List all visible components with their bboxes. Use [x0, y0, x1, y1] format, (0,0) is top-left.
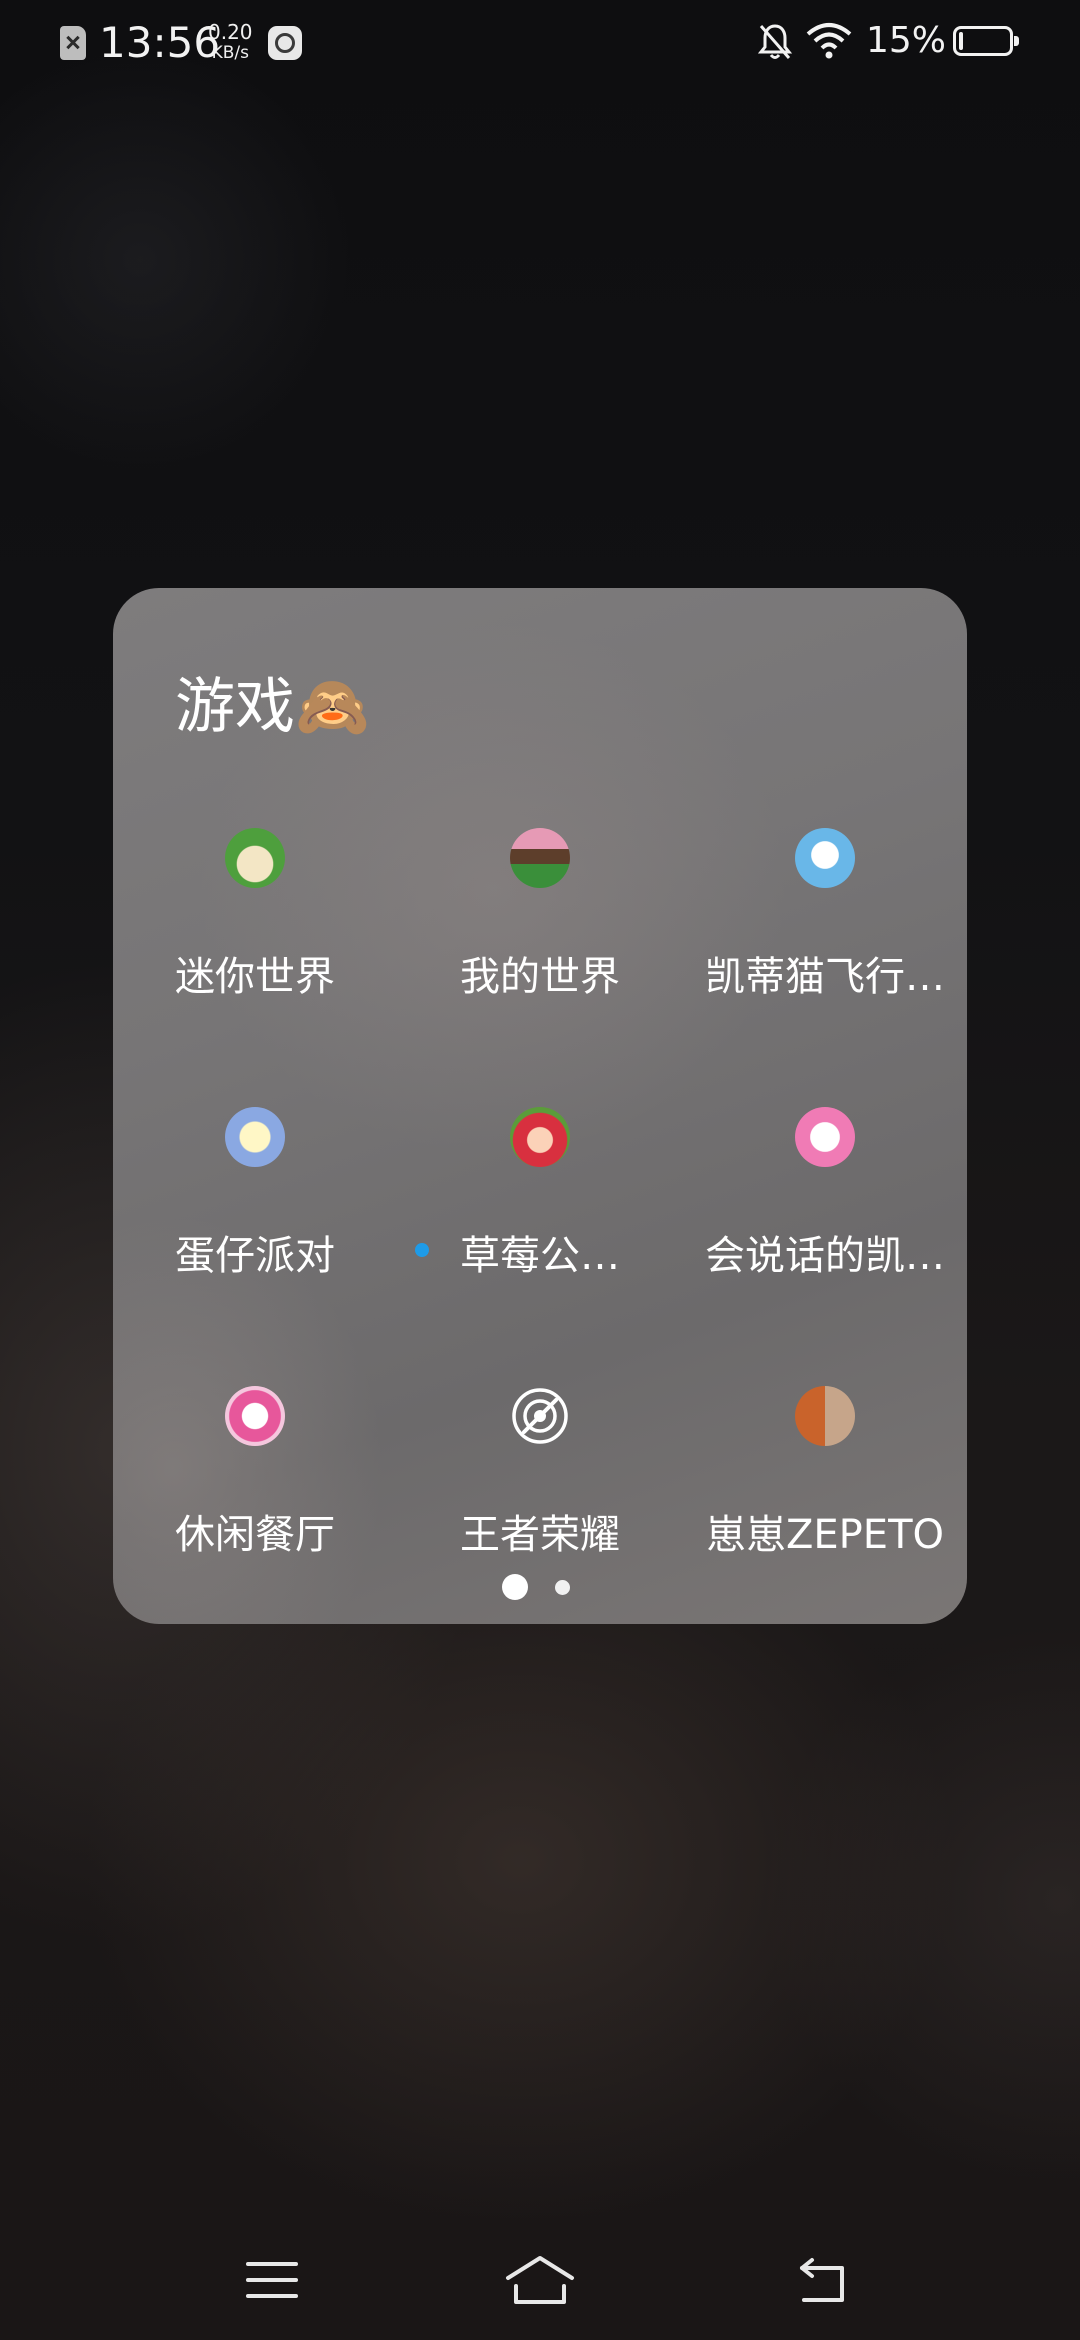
page-dot[interactable]: [555, 1580, 570, 1595]
navigation-bar: [0, 2240, 1080, 2320]
app-folder[interactable]: 游戏🙈 迷你世界 我的世界 凯蒂猫飞行… 蛋仔派对 草莓公… 会说话的凯… 休闲…: [113, 588, 967, 1624]
menu-icon[interactable]: [244, 2250, 300, 2310]
page-dot-active[interactable]: [502, 1574, 528, 1600]
mini-world-icon[interactable]: [225, 828, 285, 888]
app-label: 休闲餐厅: [175, 1512, 335, 1558]
app-hello-kitty-flight[interactable]: 凯蒂猫飞行…: [683, 828, 967, 1048]
hello-kitty-flight-icon[interactable]: [795, 828, 855, 888]
network-speed: 0.20 KB/s: [208, 22, 253, 64]
leisure-restaurant-icon[interactable]: [225, 1386, 285, 1446]
strawberry-princess-icon[interactable]: [510, 1107, 570, 1167]
network-speed-unit: KB/s: [211, 43, 249, 63]
minecraft-icon[interactable]: [510, 828, 570, 888]
app-label: 王者荣耀: [460, 1512, 620, 1558]
app-label: 凯蒂猫飞行…: [705, 954, 945, 1000]
app-mini-world[interactable]: 迷你世界: [113, 828, 397, 1048]
app-label: 崽崽ZEPETO: [706, 1512, 944, 1558]
talking-kitty-icon[interactable]: [795, 1107, 855, 1167]
app-label: 迷你世界: [175, 954, 335, 1000]
sim-error-icon: [60, 26, 86, 60]
zepeto-icon[interactable]: [795, 1386, 855, 1446]
wifi-icon: [806, 23, 852, 59]
app-strawberry-princess[interactable]: 草莓公…: [398, 1107, 682, 1327]
status-bar: 13:56 0.20 KB/s 15%: [0, 0, 1080, 84]
honor-of-kings-icon[interactable]: [510, 1386, 570, 1446]
app-talking-kitty[interactable]: 会说话的凯…: [683, 1107, 967, 1327]
page-indicator: [113, 1572, 967, 1602]
app-label: 草莓公…: [460, 1233, 620, 1279]
app-minecraft[interactable]: 我的世界: [398, 828, 682, 1048]
app-eggy-party[interactable]: 蛋仔派对: [113, 1107, 397, 1327]
battery-icon: [953, 26, 1019, 56]
bell-off-icon: [757, 24, 793, 59]
app-notification-icon: [268, 26, 302, 60]
app-label: 蛋仔派对: [175, 1233, 335, 1279]
home-icon[interactable]: [504, 2250, 576, 2310]
app-label: 会说话的凯…: [705, 1233, 945, 1279]
app-grid: 迷你世界 我的世界 凯蒂猫飞行… 蛋仔派对 草莓公… 会说话的凯… 休闲餐厅 王…: [113, 588, 967, 1624]
battery-percent: 15%: [866, 20, 947, 61]
network-speed-value: 0.20: [208, 20, 253, 44]
back-icon[interactable]: [796, 2250, 852, 2310]
eggy-party-icon[interactable]: [225, 1107, 285, 1167]
status-time: 13:56: [99, 18, 221, 67]
app-label: 我的世界: [460, 954, 620, 1000]
battery-level: [959, 32, 963, 50]
